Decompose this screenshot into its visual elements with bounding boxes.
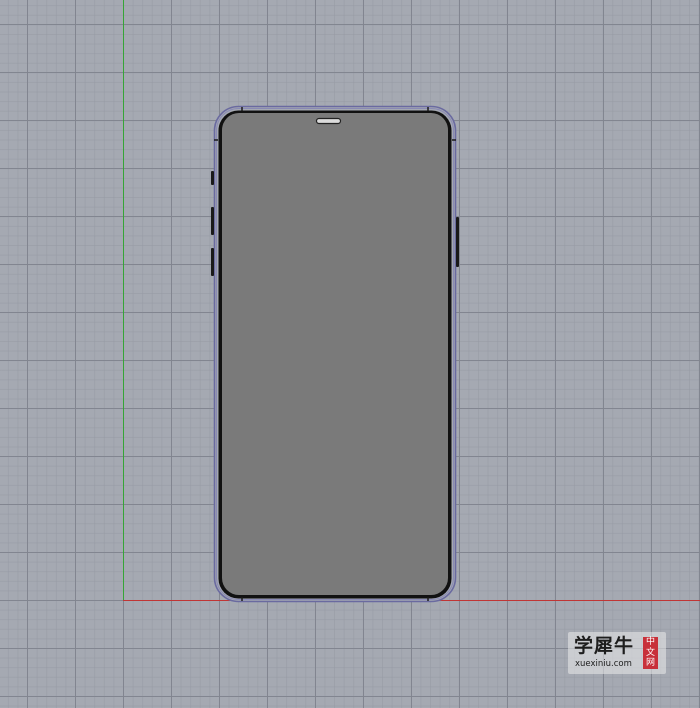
phone-screen[interactable] bbox=[222, 113, 448, 595]
seal-char-3: 网 bbox=[645, 658, 655, 668]
watermark-url: xuexiniu.com bbox=[575, 659, 632, 669]
phone-model-drawing[interactable] bbox=[0, 0, 700, 708]
watermark-chinese-text: 学犀牛 bbox=[574, 635, 635, 657]
power-button[interactable] bbox=[456, 217, 459, 267]
volume-down-button[interactable] bbox=[211, 248, 214, 276]
speaker-grille bbox=[315, 117, 342, 125]
seal-char-1: 中 bbox=[645, 637, 655, 647]
watermark-seal: 中 文 网 bbox=[643, 637, 658, 669]
mute-switch[interactable] bbox=[211, 171, 214, 185]
watermark-logo: 学犀牛 xuexiniu.com 中 文 网 bbox=[568, 632, 666, 674]
rhino-top-viewport[interactable]: 学犀牛 xuexiniu.com 中 文 网 bbox=[0, 0, 700, 708]
volume-up-button[interactable] bbox=[211, 207, 214, 235]
seal-char-2: 文 bbox=[645, 647, 655, 658]
